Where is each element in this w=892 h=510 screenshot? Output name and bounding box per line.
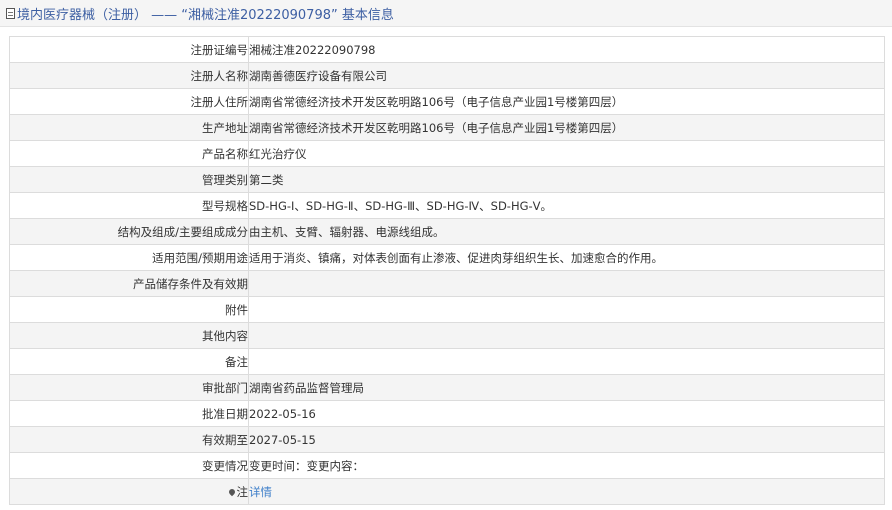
row-label: 备注 bbox=[9, 348, 249, 375]
table-row: 管理类别 第二类 bbox=[9, 166, 885, 193]
row-value: 变更时间：变更内容： bbox=[248, 452, 885, 479]
row-label: 产品储存条件及有效期 bbox=[9, 270, 249, 297]
row-value: 湖南省药品监督管理局 bbox=[248, 374, 885, 401]
row-value: SD-HG-Ⅰ、SD-HG-Ⅱ、SD-HG-Ⅲ、SD-HG-Ⅳ、SD-HG-Ⅴ。 bbox=[248, 192, 885, 219]
table-row: 结构及组成/主要组成成分 由主机、支臂、辐射器、电源线组成。 bbox=[9, 218, 885, 245]
table-row: 变更情况 变更时间：变更内容： bbox=[9, 452, 885, 479]
table-row: 注册证编号 湘械注准20222090798 bbox=[9, 36, 885, 63]
table-row: 其他内容 bbox=[9, 322, 885, 349]
table-row: 批准日期 2022-05-16 bbox=[9, 400, 885, 427]
row-value: 由主机、支臂、辐射器、电源线组成。 bbox=[248, 218, 885, 245]
row-label: 注册人名称 bbox=[9, 62, 249, 89]
row-value bbox=[248, 348, 885, 375]
table-row: 适用范围/预期用途 适用于消炎、镇痛，对体表创面有止渗液、促进肉芽组织生长、加速… bbox=[9, 244, 885, 271]
table-row: 生产地址 湖南省常德经济技术开发区乾明路106号（电子信息产业园1号楼第四层） bbox=[9, 114, 885, 141]
row-label: 附件 bbox=[9, 296, 249, 323]
table-row: 注册人名称 湖南善德医疗设备有限公司 bbox=[9, 62, 885, 89]
table-row: 产品储存条件及有效期 bbox=[9, 270, 885, 297]
row-label: 变更情况 bbox=[9, 452, 249, 479]
row-value: 第二类 bbox=[248, 166, 885, 193]
table-row: 附件 bbox=[9, 296, 885, 323]
row-label: 结构及组成/主要组成成分 bbox=[9, 218, 249, 245]
table-row: 产品名称 红光治疗仪 bbox=[9, 140, 885, 167]
row-value: 红光治疗仪 bbox=[248, 140, 885, 167]
note-value-cell: 详情 bbox=[248, 478, 885, 505]
row-value bbox=[248, 322, 885, 349]
row-value: 2027-05-15 bbox=[248, 426, 885, 453]
pin-icon bbox=[227, 487, 236, 496]
note-label-cell: 注 bbox=[9, 478, 249, 505]
document-icon bbox=[6, 7, 15, 19]
table-row: 备注 bbox=[9, 348, 885, 375]
row-label: 适用范围/预期用途 bbox=[9, 244, 249, 271]
row-label: 其他内容 bbox=[9, 322, 249, 349]
row-label: 有效期至 bbox=[9, 426, 249, 453]
row-value: 湖南省常德经济技术开发区乾明路106号（电子信息产业园1号楼第四层） bbox=[248, 114, 885, 141]
info-table: 注册证编号 湘械注准20222090798 注册人名称 湖南善德医疗设备有限公司… bbox=[9, 36, 885, 505]
row-value bbox=[248, 270, 885, 297]
row-value: 适用于消炎、镇痛，对体表创面有止渗液、促进肉芽组织生长、加速愈合的作用。 bbox=[248, 244, 885, 271]
details-link[interactable]: 详情 bbox=[250, 485, 273, 499]
table-row: 有效期至 2027-05-15 bbox=[9, 426, 885, 453]
row-label: 生产地址 bbox=[9, 114, 249, 141]
row-label: 产品名称 bbox=[9, 140, 249, 167]
row-label: 批准日期 bbox=[9, 400, 249, 427]
row-label: 管理类别 bbox=[9, 166, 249, 193]
row-label: 型号规格 bbox=[9, 192, 249, 219]
table-row: 审批部门 湖南省药品监督管理局 bbox=[9, 374, 885, 401]
row-value: 湘械注准20222090798 bbox=[248, 36, 885, 63]
row-value: 湖南省常德经济技术开发区乾明路106号（电子信息产业园1号楼第四层） bbox=[248, 88, 885, 115]
page-header: 境内医疗器械（注册） —— “湘械注准20222090798” 基本信息 bbox=[0, 0, 892, 27]
row-value bbox=[248, 296, 885, 323]
row-label: 注册人住所 bbox=[9, 88, 249, 115]
page-title: 境内医疗器械（注册） —— “湘械注准20222090798” 基本信息 bbox=[17, 7, 394, 23]
row-label: 注册证编号 bbox=[9, 36, 249, 63]
row-value: 2022-05-16 bbox=[248, 400, 885, 427]
note-label: 注 bbox=[236, 484, 248, 499]
table-row: 注册人住所 湖南省常德经济技术开发区乾明路106号（电子信息产业园1号楼第四层） bbox=[9, 88, 885, 115]
row-value: 湖南善德医疗设备有限公司 bbox=[248, 62, 885, 89]
note-row: 注 详情 bbox=[9, 478, 885, 505]
table-row: 型号规格 SD-HG-Ⅰ、SD-HG-Ⅱ、SD-HG-Ⅲ、SD-HG-Ⅳ、SD-… bbox=[9, 192, 885, 219]
row-label: 审批部门 bbox=[9, 374, 249, 401]
